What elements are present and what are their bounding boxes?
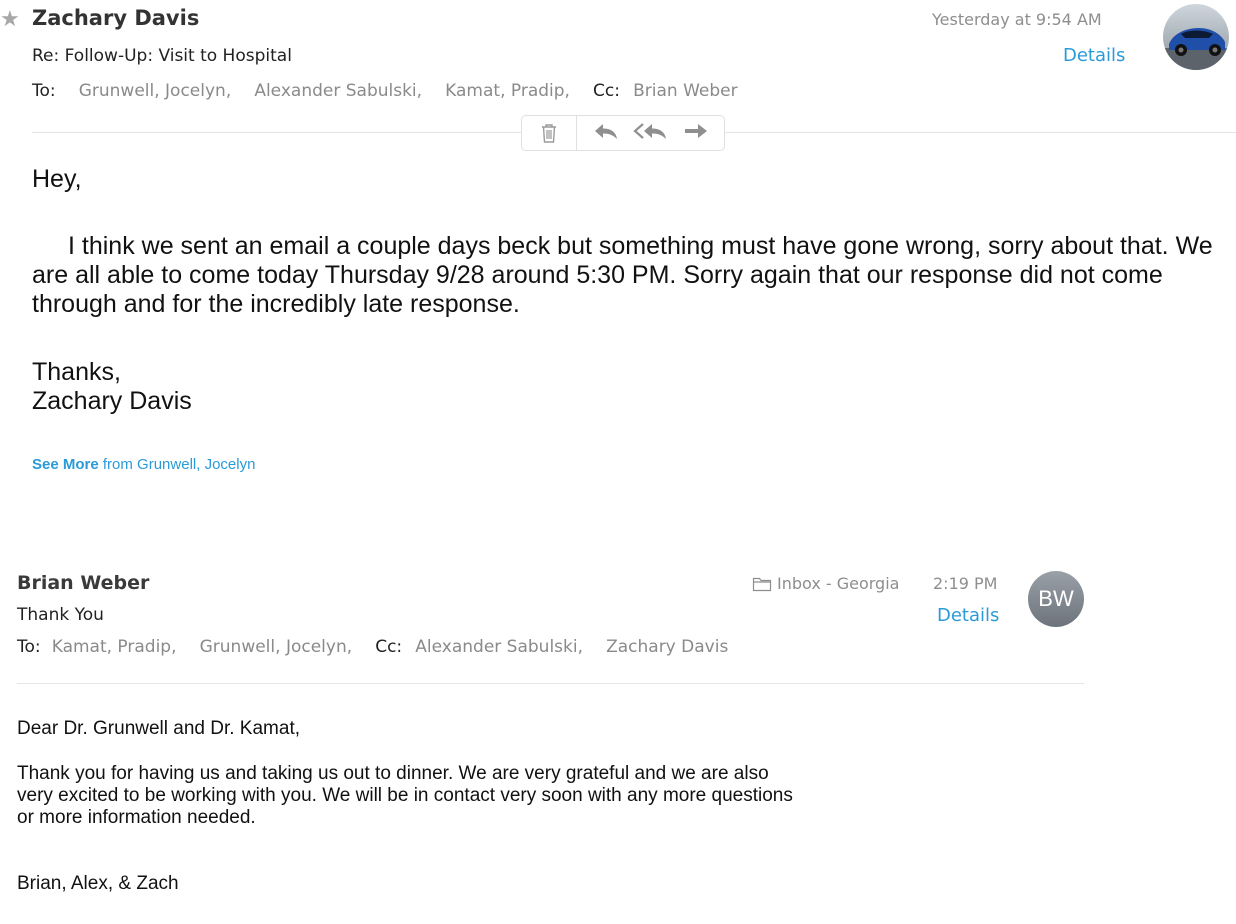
signature-name: Zachary Davis	[32, 387, 192, 415]
reply-all-button[interactable]	[632, 122, 669, 145]
recipient[interactable]: Grunwell, Jocelyn,	[79, 81, 232, 101]
recipient[interactable]: Grunwell, Jocelyn,	[200, 637, 353, 657]
cc-label: Cc:	[375, 637, 403, 657]
sender-name: Zachary Davis	[32, 6, 200, 30]
to-label: To:	[17, 637, 41, 657]
recipient[interactable]: Kamat, Pradip,	[52, 637, 177, 657]
sender-avatar-photo	[1163, 4, 1229, 70]
recipients-row: To: Grunwell, Jocelyn, Alexander Sabulsk…	[32, 81, 738, 101]
forward-icon	[684, 123, 707, 138]
recipient[interactable]: Kamat, Pradip,	[445, 81, 570, 101]
reply-button[interactable]	[592, 122, 620, 145]
header-divider	[17, 683, 1084, 684]
recipient[interactable]: Alexander Sabulski,	[254, 81, 422, 101]
subject-line: Re: Follow-Up: Visit to Hospital	[32, 46, 292, 66]
message-action-toolbar	[521, 115, 725, 151]
trash-button[interactable]	[522, 116, 577, 150]
cc-label: Cc:	[593, 81, 620, 101]
forward-button[interactable]	[682, 122, 710, 145]
reply-all-icon	[632, 122, 666, 139]
trash-icon	[542, 124, 556, 143]
body-greeting: Dear Dr. Grunwell and Dr. Kamat,	[17, 718, 300, 739]
cc-recipient[interactable]: Zachary Davis	[606, 637, 728, 657]
flag-star-icon[interactable]: ★	[0, 8, 20, 30]
body-paragraph: I think we sent an email a couple days b…	[32, 232, 1213, 318]
to-label: To:	[32, 81, 56, 101]
body-signature: Brian, Alex, & Zach	[17, 873, 179, 894]
body-signature: Thanks, Zachary Davis	[32, 358, 192, 416]
mailbox-name: Inbox - Georgia	[777, 574, 900, 593]
subject-line: Thank You	[17, 605, 104, 625]
folder-icon	[752, 577, 772, 591]
cc-recipient[interactable]: Alexander Sabulski,	[415, 637, 583, 657]
body-greeting: Hey,	[32, 165, 82, 193]
mailbox-label: Inbox - Georgia	[752, 574, 899, 593]
details-link[interactable]: Details	[1063, 45, 1125, 66]
see-more-link[interactable]: See More from Grunwell, Jocelyn	[32, 456, 255, 473]
see-more-label: See More	[32, 456, 99, 473]
signoff: Thanks,	[32, 358, 121, 386]
message-time: 2:19 PM	[933, 574, 998, 593]
message-date: Yesterday at 9:54 AM	[932, 10, 1102, 29]
reply-icon	[594, 123, 617, 139]
recipients-row: To: Kamat, Pradip, Grunwell, Jocelyn, Cc…	[17, 637, 728, 657]
see-more-source: from Grunwell, Jocelyn	[102, 456, 256, 473]
details-link[interactable]: Details	[937, 605, 999, 626]
sender-name: Brian Weber	[17, 572, 150, 594]
cc-recipient[interactable]: Brian Weber	[633, 81, 737, 101]
body-paragraph: Thank you for having us and taking us ou…	[17, 763, 793, 828]
sender-avatar: BW	[1028, 571, 1084, 627]
